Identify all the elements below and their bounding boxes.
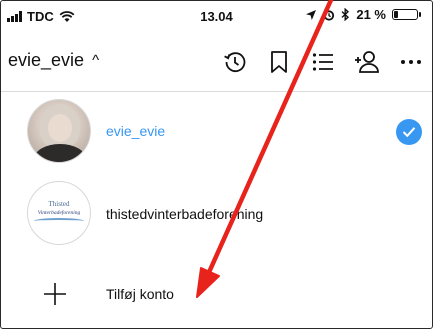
battery-percent: 21 % [356,7,386,22]
battery-icon [392,9,421,20]
alarm-icon [324,9,335,21]
more-icon[interactable] [396,47,426,77]
bluetooth-icon [341,8,350,21]
avatar-face [48,114,72,142]
checkmark-icon [396,119,422,145]
add-account-button[interactable]: Tilføj konto [1,276,432,316]
status-bar: TDC 13.04 21 % [1,1,432,33]
status-right: 21 % [305,7,421,22]
avatar: Thisted Vinterbadeforening [27,181,91,245]
app-screen: TDC 13.04 21 % evie_evie ^ evie_evie Thi… [0,0,433,329]
logo-wave [34,218,84,224]
account-switcher[interactable]: evie_evie ^ [8,50,99,71]
account-name: evie_evie [106,123,166,139]
location-icon [306,9,317,20]
add-person-icon[interactable] [352,47,382,77]
history-icon[interactable] [220,47,250,77]
bookmark-icon[interactable] [264,47,294,77]
account-header: evie_evie ^ [1,33,432,92]
avatar-shoulders [34,144,86,162]
avatar [27,99,91,163]
add-account-label: Tilføj konto [106,286,174,302]
header-username: evie_evie [8,50,85,70]
logo-text-top: Thisted [48,200,70,208]
list-icon[interactable] [308,47,338,77]
account-name: thistedvinterbadeforening [106,206,264,222]
account-row-evie[interactable]: evie_evie [1,93,432,173]
header-icons [220,47,426,77]
chevron-up-icon: ^ [92,52,100,69]
battery-fill [394,11,398,18]
logo-text-main: Vinterbadeforening [37,210,81,216]
account-row-thisted[interactable]: Thisted Vinterbadeforening thistedvinter… [1,175,432,255]
plus-icon [44,283,66,305]
